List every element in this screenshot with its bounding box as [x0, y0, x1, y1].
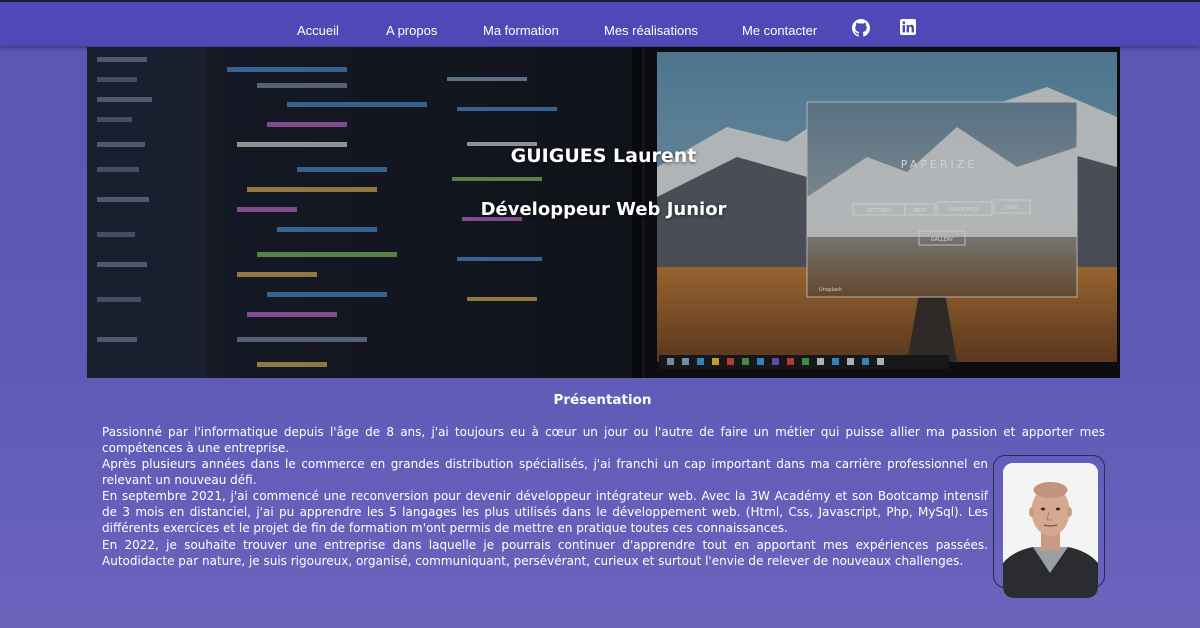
- presentation-title: Présentation: [553, 392, 652, 408]
- presentation-paragraph-2: Après plusieurs années dans le commerce …: [102, 457, 988, 488]
- presentation-paragraph-1: Passionné par l'informatique depuis l'âg…: [102, 425, 1105, 456]
- nav-link-me-contacter[interactable]: Me contacter: [742, 2, 817, 46]
- presentation-paragraph-3: En septembre 2021, j'ai commencé une rec…: [102, 489, 988, 536]
- hero-subtitle: Développeur Web Junior: [480, 199, 727, 220]
- github-icon[interactable]: [852, 19, 870, 37]
- profile-photo: [1003, 463, 1098, 598]
- presentation-paragraph-4: En 2022, je souhaite trouver une entrepr…: [102, 538, 988, 569]
- nav-link-ma-formation[interactable]: Ma formation: [483, 2, 559, 46]
- hero-banner: PAPERIZE SETTINGS NEXT RANDOMIZE HIDE GA…: [87, 47, 1120, 378]
- hero-name: GUIGUES Laurent: [510, 145, 697, 167]
- main-navbar: Accueil A propos Ma formation Mes réalis…: [0, 2, 1200, 46]
- profile-portrait-image: [1003, 463, 1098, 598]
- linkedin-icon[interactable]: [900, 19, 918, 37]
- nav-link-mes-realisations[interactable]: Mes réalisations: [604, 2, 698, 46]
- nav-link-accueil[interactable]: Accueil: [297, 2, 339, 46]
- nav-link-a-propos[interactable]: A propos: [386, 2, 437, 46]
